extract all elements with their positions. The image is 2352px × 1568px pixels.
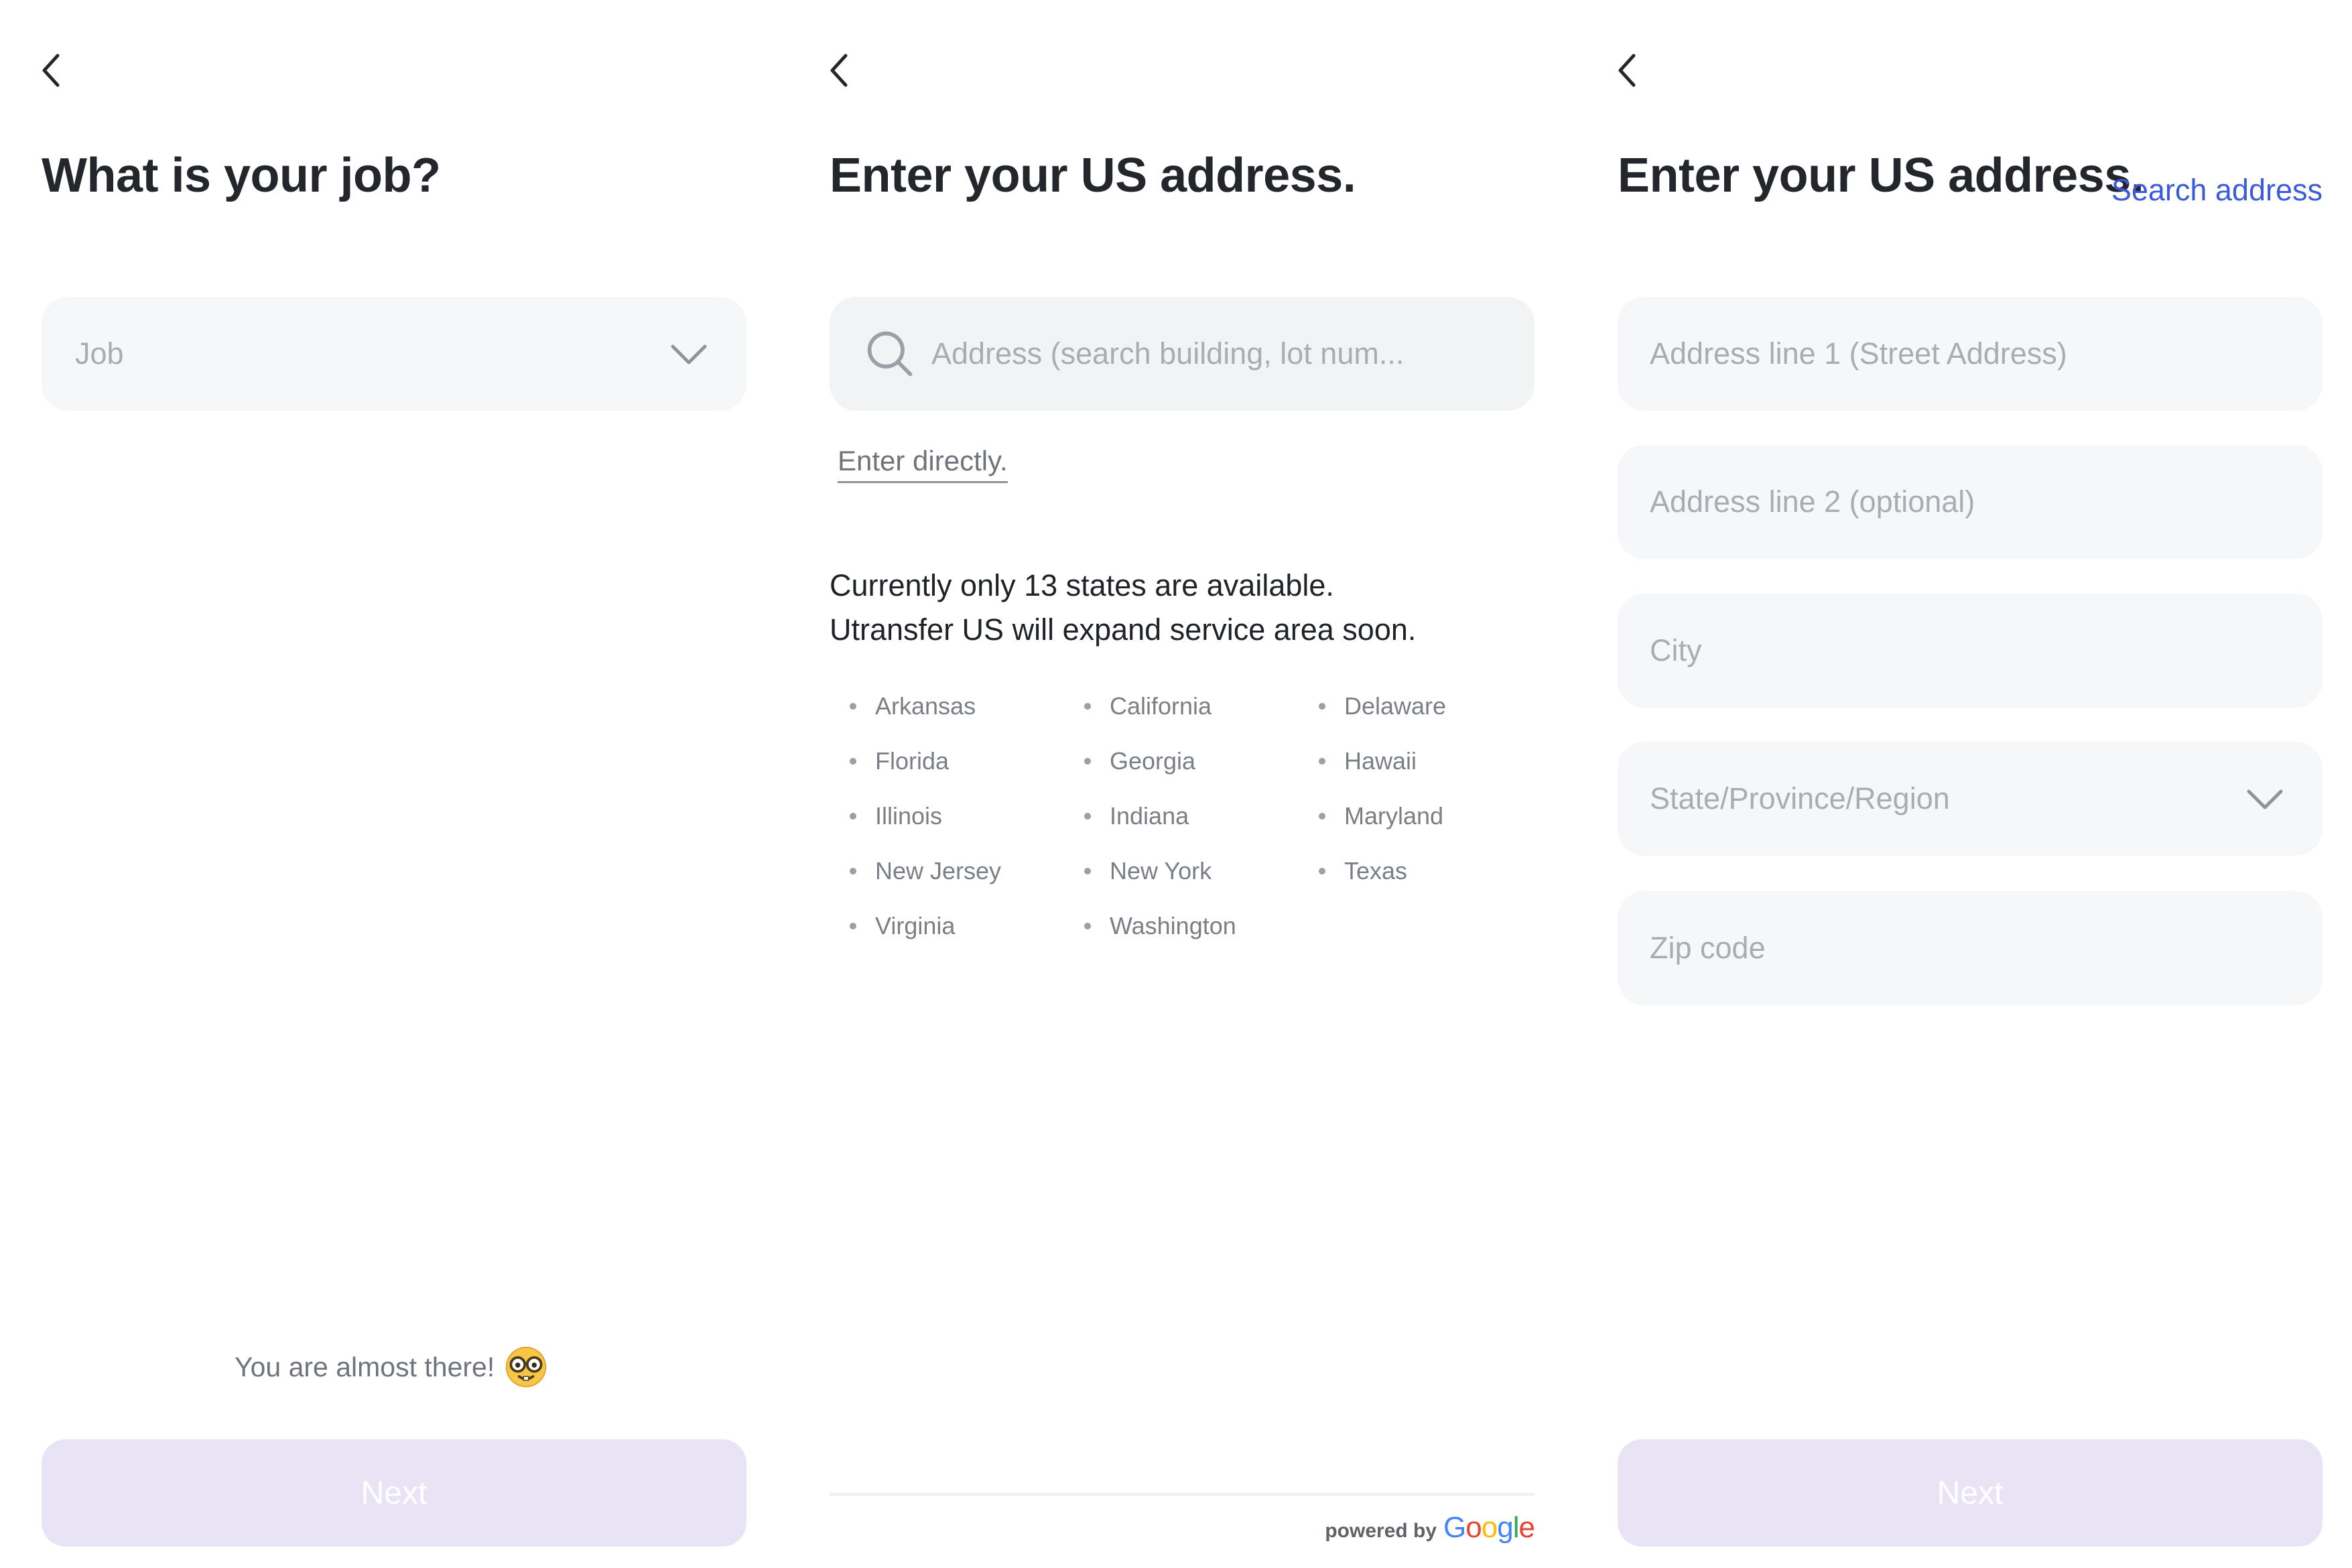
chevron-left-icon bbox=[42, 54, 60, 87]
address-line1-input[interactable]: Address line 1 (Street Address) bbox=[1618, 297, 2323, 411]
chevron-down-icon bbox=[671, 344, 707, 365]
back-button[interactable] bbox=[31, 44, 71, 97]
chevron-left-icon bbox=[830, 54, 848, 87]
powered-by-google: powered by Google bbox=[1325, 1511, 1535, 1545]
list-item: California bbox=[1064, 679, 1299, 734]
search-address-link[interactable]: Search address bbox=[2111, 173, 2323, 208]
nerd-face-emoji-icon bbox=[506, 1346, 547, 1388]
address-line2-input[interactable]: Address line 2 (optional) bbox=[1618, 445, 2323, 559]
divider bbox=[830, 1493, 1534, 1496]
job-dropdown[interactable]: Job bbox=[42, 297, 746, 411]
list-item: Hawaii bbox=[1299, 734, 1533, 789]
almost-there-message: You are almost there! bbox=[235, 1337, 548, 1397]
list-item: Texas bbox=[1299, 844, 1533, 899]
address-search-placeholder: Address (search building, lot num... bbox=[931, 336, 1404, 371]
chevron-down-icon bbox=[2247, 789, 2283, 809]
page-title: Enter your US address. bbox=[830, 149, 1356, 202]
list-item: New Jersey bbox=[830, 844, 1064, 899]
list-item: Arkansas bbox=[830, 679, 1064, 734]
list-item: Indiana bbox=[1064, 789, 1299, 844]
address-line2-placeholder: Address line 2 (optional) bbox=[1650, 484, 1975, 519]
zip-code-placeholder: Zip code bbox=[1650, 931, 1766, 965]
job-placeholder: Job bbox=[75, 336, 124, 371]
search-icon bbox=[867, 331, 913, 377]
city-input[interactable]: City bbox=[1618, 594, 2323, 708]
address-line1-placeholder: Address line 1 (Street Address) bbox=[1650, 336, 2067, 371]
list-item: Florida bbox=[830, 734, 1064, 789]
list-item: Maryland bbox=[1299, 789, 1533, 844]
availability-info-line1: Currently only 13 states are available. bbox=[830, 568, 1334, 602]
address-search-input[interactable]: Address (search building, lot num... bbox=[830, 297, 1534, 411]
list-item: New York bbox=[1064, 844, 1299, 899]
back-button[interactable] bbox=[1607, 44, 1647, 97]
list-item: Delaware bbox=[1299, 679, 1533, 734]
zip-code-input[interactable]: Zip code bbox=[1618, 891, 2323, 1005]
next-button[interactable]: Next bbox=[42, 1439, 746, 1547]
list-item: Virginia bbox=[830, 899, 1064, 954]
back-button[interactable] bbox=[819, 44, 859, 97]
city-placeholder: City bbox=[1650, 633, 1702, 667]
page-title: Enter your US address. bbox=[1618, 149, 2144, 202]
list-item: Illinois bbox=[830, 789, 1064, 844]
availability-info-line2: Utransfer US will expand service area so… bbox=[830, 612, 1417, 647]
state-dropdown[interactable]: State/Province/Region bbox=[1618, 742, 2323, 856]
state-placeholder: State/Province/Region bbox=[1650, 781, 1950, 815]
list-item: Georgia bbox=[1064, 734, 1299, 789]
powered-by-text: powered by bbox=[1325, 1520, 1437, 1542]
list-item: Washington bbox=[1064, 899, 1299, 954]
google-logo: Google bbox=[1443, 1511, 1535, 1544]
page-title: What is your job? bbox=[42, 149, 441, 202]
almost-there-text: You are almost there! bbox=[235, 1351, 495, 1382]
states-list: Arkansas California Delaware Florida Geo… bbox=[830, 679, 1533, 954]
chevron-left-icon bbox=[1618, 54, 1636, 87]
enter-directly-link[interactable]: Enter directly. bbox=[838, 445, 1008, 483]
next-button[interactable]: Next bbox=[1618, 1439, 2323, 1547]
